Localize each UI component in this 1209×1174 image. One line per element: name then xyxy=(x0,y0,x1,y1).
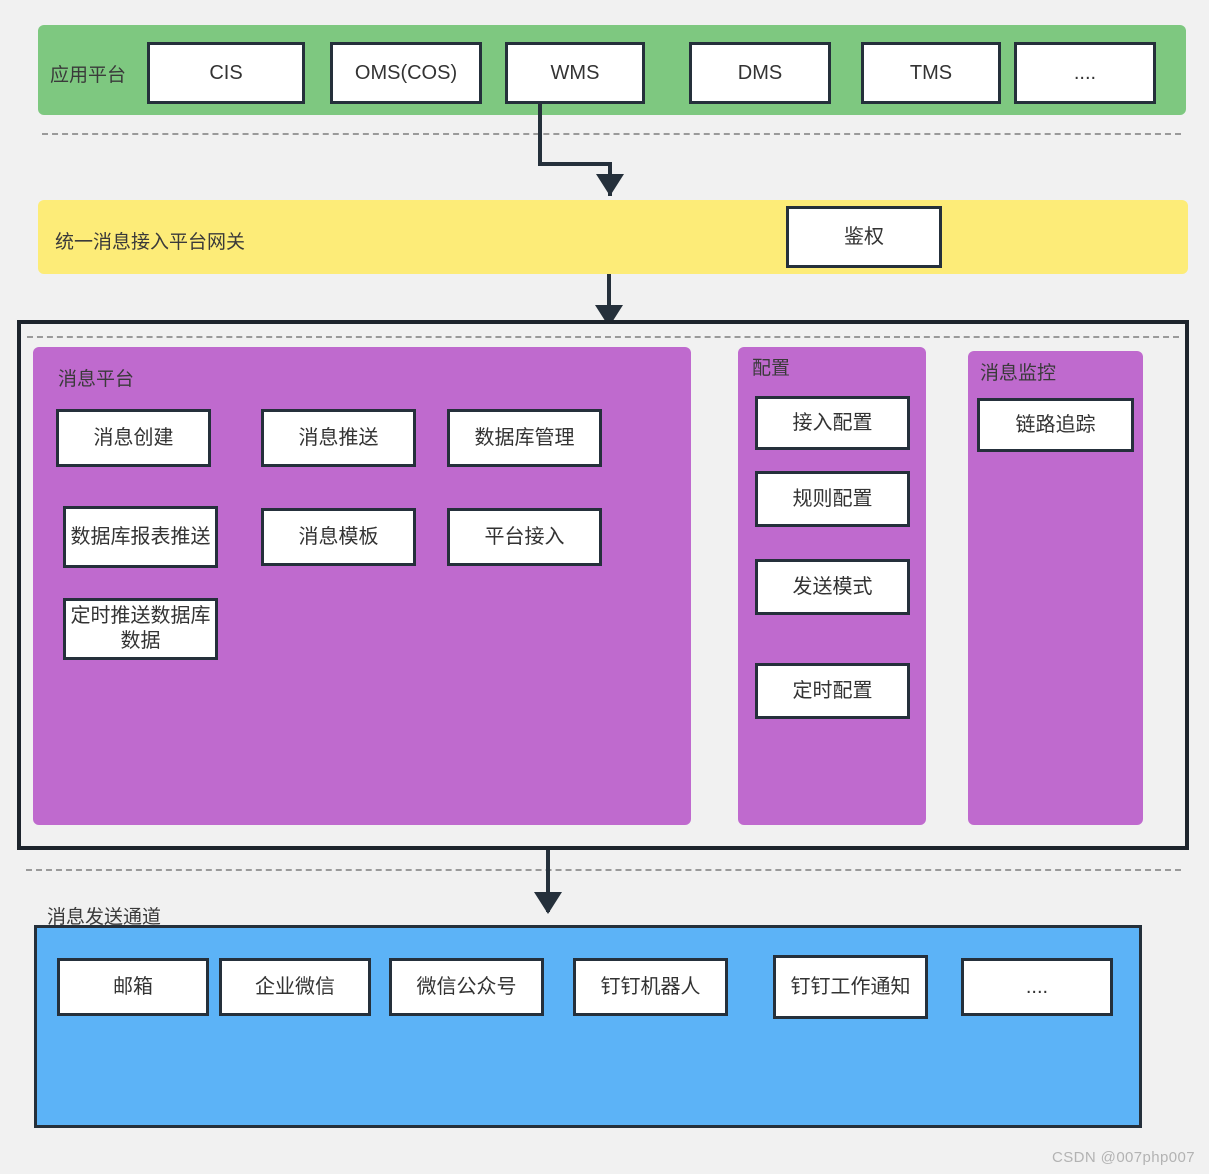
config-node-send-mode[interactable]: 发送模式 xyxy=(755,559,910,615)
platform-node-scheduled-db-push[interactable]: 定时推送数据库数据 xyxy=(63,598,218,660)
app-node-dms[interactable]: DMS xyxy=(689,42,831,104)
channel-node-email[interactable]: 邮箱 xyxy=(57,958,209,1016)
platform-node-db-manage[interactable]: 数据库管理 xyxy=(447,409,602,467)
separator-inside-platform xyxy=(27,336,1179,338)
connector-wms-right xyxy=(538,162,612,166)
app-node-tms[interactable]: TMS xyxy=(861,42,1001,104)
platform-node-db-report-push[interactable]: 数据库报表推送 xyxy=(63,506,218,568)
channel-node-wecom[interactable]: 企业微信 xyxy=(219,958,371,1016)
architecture-diagram: 应用平台 CIS OMS(COS) WMS DMS TMS .... 统一消息接… xyxy=(0,0,1209,1174)
group-message-monitor-label: 消息监控 xyxy=(980,363,1057,384)
config-node-access-config[interactable]: 接入配置 xyxy=(755,396,910,450)
platform-node-message-push[interactable]: 消息推送 xyxy=(261,409,416,467)
group-config-label: 配置 xyxy=(752,358,791,379)
channel-node-dingtalk-robot[interactable]: 钉钉机器人 xyxy=(573,958,728,1016)
arrowhead-to-gateway xyxy=(596,174,624,196)
watermark: CSDN @007php007 xyxy=(1052,1149,1195,1166)
channel-node-dingtalk-work-notice[interactable]: 钉钉工作通知 xyxy=(773,955,928,1019)
app-node-wms[interactable]: WMS xyxy=(505,42,645,104)
app-node-more[interactable]: .... xyxy=(1014,42,1156,104)
channel-layer-band xyxy=(34,925,1142,1128)
channel-layer-label: 消息发送通道 xyxy=(47,907,162,928)
gateway-layer-label: 统一消息接入平台网关 xyxy=(55,232,246,253)
app-node-cis[interactable]: CIS xyxy=(147,42,305,104)
separator-app-gateway xyxy=(42,133,1181,135)
channel-node-wechat-official[interactable]: 微信公众号 xyxy=(389,958,544,1016)
arrowhead-to-channel xyxy=(534,892,562,914)
platform-node-platform-access[interactable]: 平台接入 xyxy=(447,508,602,566)
gateway-node-auth[interactable]: 鉴权 xyxy=(786,206,942,268)
separator-platform-channel xyxy=(26,869,1181,871)
config-node-schedule-config[interactable]: 定时配置 xyxy=(755,663,910,719)
platform-node-message-template[interactable]: 消息模板 xyxy=(261,508,416,566)
config-node-rule-config[interactable]: 规则配置 xyxy=(755,471,910,527)
platform-node-message-create[interactable]: 消息创建 xyxy=(56,409,211,467)
group-message-platform-label: 消息平台 xyxy=(58,369,135,390)
application-layer-label: 应用平台 xyxy=(50,65,127,86)
channel-node-more[interactable]: .... xyxy=(961,958,1113,1016)
connector-wms-down xyxy=(538,104,542,166)
monitor-node-link-trace[interactable]: 链路追踪 xyxy=(977,398,1134,452)
app-node-oms-cos[interactable]: OMS(COS) xyxy=(330,42,482,104)
